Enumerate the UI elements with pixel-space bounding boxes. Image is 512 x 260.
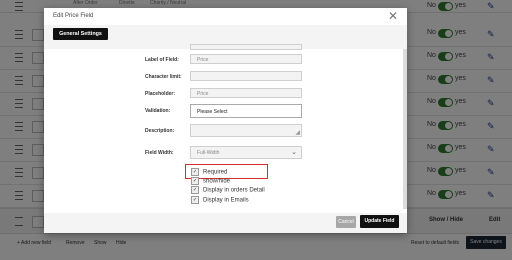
label-of-field-input[interactable]: Price — [190, 54, 302, 64]
checkbox-label: Display in orders Detail — [203, 187, 265, 194]
field-width-value: Full-Width — [197, 150, 220, 156]
hidden-field — [190, 44, 302, 50]
description-label: Description: — [145, 128, 175, 134]
checkbox-orders-detail[interactable]: ✓ — [191, 186, 199, 194]
cancel-button[interactable]: Cancel — [336, 216, 356, 228]
validation-select[interactable]: Please Select — [190, 104, 302, 118]
checkbox-emails[interactable]: ✓ — [191, 196, 199, 204]
close-icon[interactable]: ✕ — [388, 9, 398, 23]
checkbox-required[interactable]: ✓ — [191, 168, 199, 176]
resize-handle-icon[interactable]: ◢ — [295, 129, 300, 136]
label-of-field-label: Label of Field: — [145, 57, 179, 63]
chevron-down-icon: ⌄ — [291, 149, 297, 156]
required-checkbox-row[interactable]: ✓ Required — [191, 168, 227, 176]
checkbox-label: show/hide — [203, 178, 231, 185]
field-width-label: Field Width: — [145, 150, 174, 156]
description-textarea[interactable]: ◢ — [190, 124, 302, 137]
checkbox-show-hide[interactable]: ✓ — [191, 177, 199, 185]
update-field-button[interactable]: Update Field — [360, 215, 399, 228]
orders-detail-checkbox-row[interactable]: ✓ Display in orders Detail — [191, 186, 265, 194]
show-hide-checkbox-row[interactable]: ✓ show/hide — [191, 177, 230, 185]
placeholder-label: Placeholder: — [145, 91, 176, 97]
checkbox-label: Display in Emails — [203, 197, 249, 204]
tab-general-settings[interactable]: General Settings — [53, 28, 108, 40]
edit-field-modal: Edit Price Field ✕ General Settings Labe… — [44, 8, 407, 233]
validation-label: Validation: — [145, 108, 171, 114]
field-width-select[interactable]: Full-Width ⌄ — [190, 146, 302, 159]
character-limit-label: Character limit: — [145, 74, 182, 80]
checkbox-label: Required — [203, 169, 228, 176]
placeholder-input[interactable]: Price — [190, 88, 302, 98]
character-limit-input[interactable] — [190, 71, 302, 81]
modal-scrollbar[interactable] — [403, 49, 407, 209]
emails-checkbox-row[interactable]: ✓ Display in Emails — [191, 196, 249, 204]
modal-title: Edit Price Field — [53, 13, 94, 19]
